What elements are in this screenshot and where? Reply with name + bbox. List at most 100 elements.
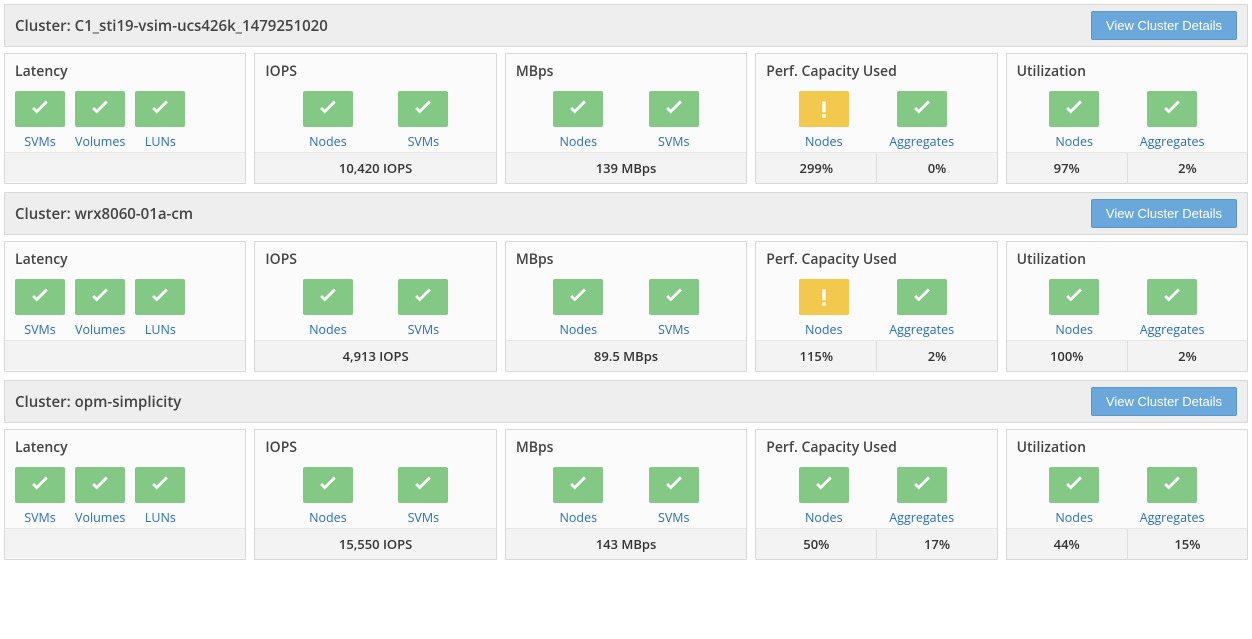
status-link[interactable]: LUNs [135, 321, 185, 338]
status-item[interactable]: Aggregates [1140, 91, 1205, 150]
view-cluster-details-button[interactable]: View Cluster Details [1091, 11, 1237, 40]
status-item[interactable]: Nodes [1049, 91, 1099, 150]
status-link[interactable]: Nodes [553, 509, 603, 526]
status-item[interactable]: Nodes [303, 91, 353, 150]
view-cluster-details-button[interactable]: View Cluster Details [1091, 387, 1237, 416]
status-link[interactable]: Nodes [1049, 509, 1099, 526]
card-footer [5, 152, 245, 182]
metrics-row: LatencySVMsVolumesLUNsIOPSNodesSVMs4,913… [4, 241, 1248, 372]
status-link[interactable]: Aggregates [1140, 133, 1205, 150]
status-tile [1147, 279, 1197, 315]
status-link[interactable]: Nodes [303, 321, 353, 338]
iops-card: IOPSNodesSVMs4,913 IOPS [254, 241, 496, 372]
iops-value: 10,420 IOPS [255, 153, 495, 183]
status-item[interactable]: SVMs [15, 279, 65, 338]
util-aggr-value: 15% [1127, 529, 1247, 559]
status-item[interactable]: LUNs [135, 279, 185, 338]
status-link[interactable]: Nodes [303, 133, 353, 150]
util-nodes-value: 44% [1007, 529, 1127, 559]
status-link[interactable]: Nodes [303, 509, 353, 526]
status-link[interactable]: Aggregates [889, 321, 954, 338]
status-item[interactable]: SVMs [649, 279, 699, 338]
status-item[interactable]: Volumes [75, 279, 125, 338]
status-item[interactable]: Nodes [553, 279, 603, 338]
status-link[interactable]: Nodes [553, 133, 603, 150]
status-link[interactable]: Nodes [799, 133, 849, 150]
status-link[interactable]: SVMs [15, 321, 65, 338]
utilization-card: UtilizationNodesAggregates44%15% [1006, 429, 1248, 560]
status-item[interactable]: Aggregates [1140, 467, 1205, 526]
status-item[interactable]: Nodes [1049, 279, 1099, 338]
status-item[interactable]: SVMs [398, 279, 448, 338]
card-footer [5, 528, 245, 558]
status-link[interactable]: SVMs [649, 509, 699, 526]
check-icon [27, 472, 53, 498]
check-icon [410, 284, 436, 310]
status-link[interactable]: SVMs [15, 509, 65, 526]
status-item[interactable]: SVMs [15, 467, 65, 526]
status-item[interactable]: Aggregates [889, 279, 954, 338]
iops-value: 4,913 IOPS [255, 341, 495, 371]
status-link[interactable]: Nodes [553, 321, 603, 338]
mbps-card: MBpsNodesSVMs139 MBps [505, 53, 747, 184]
status-item[interactable]: Nodes [553, 91, 603, 150]
check-icon [661, 284, 687, 310]
status-link[interactable]: LUNs [135, 509, 185, 526]
status-link[interactable]: LUNs [135, 133, 185, 150]
status-link[interactable]: Volumes [75, 321, 125, 338]
status-link[interactable]: SVMs [398, 321, 448, 338]
status-item[interactable]: Nodes [303, 467, 353, 526]
status-item[interactable]: Nodes [1049, 467, 1099, 526]
status-link[interactable]: Aggregates [889, 509, 954, 526]
status-link[interactable]: SVMs [398, 133, 448, 150]
status-link[interactable]: Aggregates [1140, 321, 1205, 338]
mbps-card: MBpsNodesSVMs143 MBps [505, 429, 747, 560]
status-item[interactable]: Aggregates [889, 91, 954, 150]
card-footer [5, 340, 245, 370]
status-item[interactable]: Nodes [799, 91, 849, 150]
status-link[interactable]: SVMs [649, 321, 699, 338]
iops-card: IOPSNodesSVMs15,550 IOPS [254, 429, 496, 560]
perfcap-nodes-value: 115% [756, 341, 876, 371]
status-tile [649, 467, 699, 503]
status-item[interactable]: LUNs [135, 467, 185, 526]
status-item[interactable]: Nodes [303, 279, 353, 338]
status-link[interactable]: SVMs [649, 133, 699, 150]
check-icon [1159, 472, 1185, 498]
status-item[interactable]: Volumes [75, 467, 125, 526]
status-link[interactable]: SVMs [15, 133, 65, 150]
status-link[interactable]: Nodes [1049, 133, 1099, 150]
check-icon [1061, 284, 1087, 310]
status-item[interactable]: Nodes [553, 467, 603, 526]
status-tile [1147, 467, 1197, 503]
status-item[interactable]: LUNs [135, 91, 185, 150]
status-item[interactable]: SVMs [398, 91, 448, 150]
status-item[interactable]: Aggregates [1140, 279, 1205, 338]
view-cluster-details-button[interactable]: View Cluster Details [1091, 199, 1237, 228]
status-link[interactable]: SVMs [398, 509, 448, 526]
check-icon [87, 96, 113, 122]
status-link[interactable]: Nodes [1049, 321, 1099, 338]
status-link[interactable]: Aggregates [1140, 509, 1205, 526]
card-title: Perf. Capacity Used [756, 430, 996, 465]
status-item[interactable]: Nodes [799, 467, 849, 526]
status-link[interactable]: Nodes [799, 509, 849, 526]
check-icon [811, 472, 837, 498]
mbps-value: 89.5 MBps [506, 341, 746, 371]
status-item[interactable]: SVMs [649, 91, 699, 150]
status-link[interactable]: Nodes [799, 321, 849, 338]
status-item[interactable]: SVMs [15, 91, 65, 150]
status-tile [799, 91, 849, 127]
check-icon [27, 284, 53, 310]
status-item[interactable]: Aggregates [889, 467, 954, 526]
check-icon [565, 284, 591, 310]
card-title: Utilization [1007, 242, 1247, 277]
status-item[interactable]: SVMs [398, 467, 448, 526]
status-link[interactable]: Aggregates [889, 133, 954, 150]
status-item[interactable]: Nodes [799, 279, 849, 338]
status-link[interactable]: Volumes [75, 133, 125, 150]
status-link[interactable]: Volumes [75, 509, 125, 526]
status-item[interactable]: SVMs [649, 467, 699, 526]
check-icon [87, 284, 113, 310]
status-item[interactable]: Volumes [75, 91, 125, 150]
